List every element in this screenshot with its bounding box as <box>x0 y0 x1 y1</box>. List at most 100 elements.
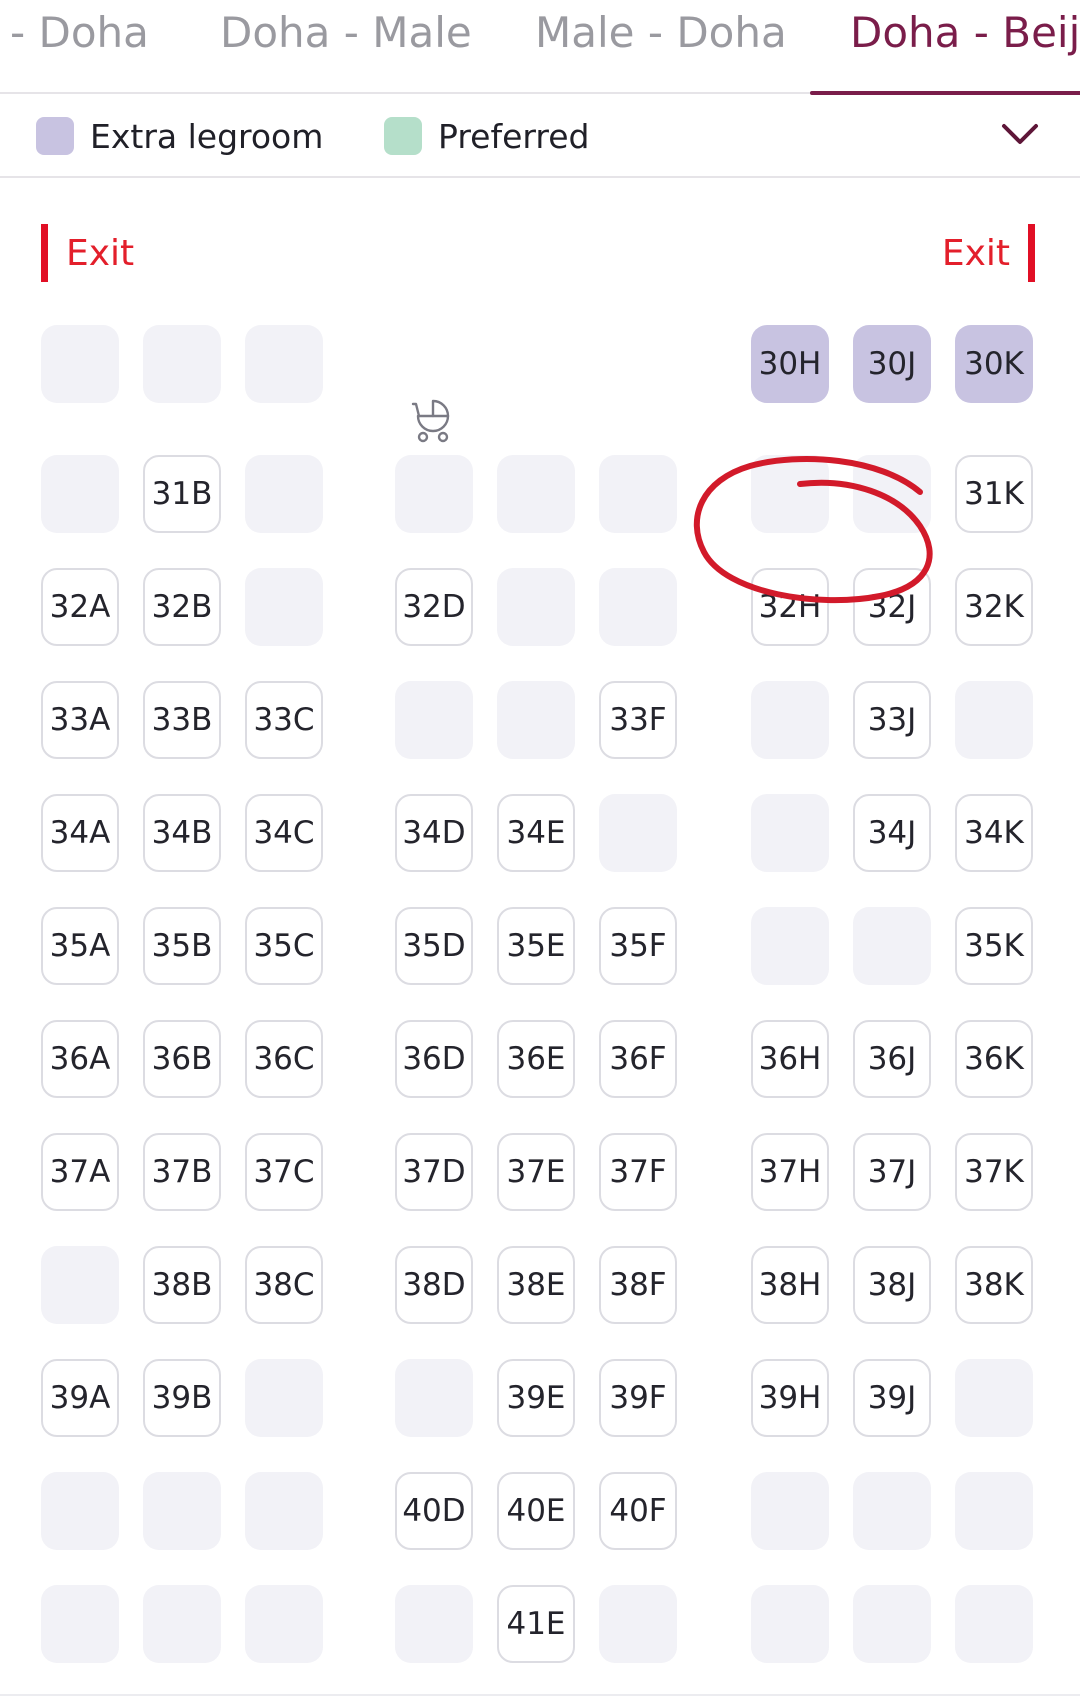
seat-32F <box>599 568 677 646</box>
seat-33E <box>497 681 575 759</box>
seat-33K <box>955 681 1033 759</box>
seat-40B <box>143 1472 221 1550</box>
hand-drawn-circle <box>693 456 933 604</box>
seat-31D <box>395 455 473 533</box>
seat-37H[interactable]: 37H <box>751 1133 829 1211</box>
seat-32D[interactable]: 32D <box>395 568 473 646</box>
seat-38J[interactable]: 38J <box>853 1246 931 1324</box>
seat-37B[interactable]: 37B <box>143 1133 221 1211</box>
seat-32B[interactable]: 32B <box>143 568 221 646</box>
seat-34A[interactable]: 34A <box>41 794 119 872</box>
seat-37J[interactable]: 37J <box>853 1133 931 1211</box>
seat-41C <box>245 1585 323 1663</box>
seat-37A[interactable]: 37A <box>41 1133 119 1211</box>
seat-37K[interactable]: 37K <box>955 1133 1033 1211</box>
seat-38E[interactable]: 38E <box>497 1246 575 1324</box>
exit-left: Exit <box>41 224 134 282</box>
seat-36B[interactable]: 36B <box>143 1020 221 1098</box>
seat-39B[interactable]: 39B <box>143 1359 221 1437</box>
legend-preferred-label: Preferred <box>438 116 590 156</box>
seat-34K[interactable]: 34K <box>955 794 1033 872</box>
seat-41K <box>955 1585 1033 1663</box>
seat-33J[interactable]: 33J <box>853 681 931 759</box>
seat-36E[interactable]: 36E <box>497 1020 575 1098</box>
seat-35D[interactable]: 35D <box>395 907 473 985</box>
seat-35C[interactable]: 35C <box>245 907 323 985</box>
seat-36J[interactable]: 36J <box>853 1020 931 1098</box>
seat-33D <box>395 681 473 759</box>
seat-41J <box>853 1585 931 1663</box>
seat-34E[interactable]: 34E <box>497 794 575 872</box>
exit-marker-right <box>1028 224 1035 282</box>
seat-37E[interactable]: 37E <box>497 1133 575 1211</box>
chevron-down-icon[interactable] <box>1000 114 1040 154</box>
seat-30K[interactable]: 30K <box>955 325 1033 403</box>
seat-39C <box>245 1359 323 1437</box>
seat-33A[interactable]: 33A <box>41 681 119 759</box>
seat-37C[interactable]: 37C <box>245 1133 323 1211</box>
seat-33C[interactable]: 33C <box>245 681 323 759</box>
seat-35E[interactable]: 35E <box>497 907 575 985</box>
seat-33H <box>751 681 829 759</box>
seat-40E[interactable]: 40E <box>497 1472 575 1550</box>
seat-31A <box>41 455 119 533</box>
seat-33F[interactable]: 33F <box>599 681 677 759</box>
seat-40H <box>751 1472 829 1550</box>
seat-34B[interactable]: 34B <box>143 794 221 872</box>
seat-40K <box>955 1472 1033 1550</box>
seat-36F[interactable]: 36F <box>599 1020 677 1098</box>
tab-segment-doha-beijing[interactable]: Doha - Beijin <box>850 8 1080 57</box>
seat-39A[interactable]: 39A <box>41 1359 119 1437</box>
seat-37D[interactable]: 37D <box>395 1133 473 1211</box>
seat-38B[interactable]: 38B <box>143 1246 221 1324</box>
seat-36H[interactable]: 36H <box>751 1020 829 1098</box>
seat-36K[interactable]: 36K <box>955 1020 1033 1098</box>
seat-34D[interactable]: 34D <box>395 794 473 872</box>
seat-30C <box>245 325 323 403</box>
tab-segment-doha-male[interactable]: Doha - Male <box>220 8 472 57</box>
seat-34H <box>751 794 829 872</box>
seat-34J[interactable]: 34J <box>853 794 931 872</box>
seat-32A[interactable]: 32A <box>41 568 119 646</box>
seat-36A[interactable]: 36A <box>41 1020 119 1098</box>
seat-35K[interactable]: 35K <box>955 907 1033 985</box>
seat-30H[interactable]: 30H <box>751 325 829 403</box>
seat-31B[interactable]: 31B <box>143 455 221 533</box>
seat-39F[interactable]: 39F <box>599 1359 677 1437</box>
seat-35F[interactable]: 35F <box>599 907 677 985</box>
seat-36D[interactable]: 36D <box>395 1020 473 1098</box>
seat-38F[interactable]: 38F <box>599 1246 677 1324</box>
seat-38K[interactable]: 38K <box>955 1246 1033 1324</box>
exit-right: Exit <box>942 224 1035 282</box>
seat-41A <box>41 1585 119 1663</box>
seat-legend[interactable]: Extra legroom Preferred <box>0 92 1080 178</box>
seat-37F[interactable]: 37F <box>599 1133 677 1211</box>
seat-30A <box>41 325 119 403</box>
seat-41E[interactable]: 41E <box>497 1585 575 1663</box>
seat-35B[interactable]: 35B <box>143 907 221 985</box>
seat-39K <box>955 1359 1033 1437</box>
seat-40A <box>41 1472 119 1550</box>
seat-41D <box>395 1585 473 1663</box>
seat-30J[interactable]: 30J <box>853 325 931 403</box>
seat-32E <box>497 568 575 646</box>
seat-34C[interactable]: 34C <box>245 794 323 872</box>
seat-38H[interactable]: 38H <box>751 1246 829 1324</box>
tab-segment-male-doha[interactable]: Male - Doha <box>535 8 787 57</box>
seat-36C[interactable]: 36C <box>245 1020 323 1098</box>
seat-39H[interactable]: 39H <box>751 1359 829 1437</box>
seat-40D[interactable]: 40D <box>395 1472 473 1550</box>
seat-33B[interactable]: 33B <box>143 681 221 759</box>
seat-40F[interactable]: 40F <box>599 1472 677 1550</box>
seat-39E[interactable]: 39E <box>497 1359 575 1437</box>
seat-39J[interactable]: 39J <box>853 1359 931 1437</box>
extra-legroom-swatch <box>36 117 74 155</box>
seat-39D <box>395 1359 473 1437</box>
seat-38D[interactable]: 38D <box>395 1246 473 1324</box>
seat-38A <box>41 1246 119 1324</box>
seat-38C[interactable]: 38C <box>245 1246 323 1324</box>
seat-41F <box>599 1585 677 1663</box>
seat-41H <box>751 1585 829 1663</box>
tab-segment-prev-doha[interactable]: - Doha <box>10 8 149 57</box>
seat-35A[interactable]: 35A <box>41 907 119 985</box>
